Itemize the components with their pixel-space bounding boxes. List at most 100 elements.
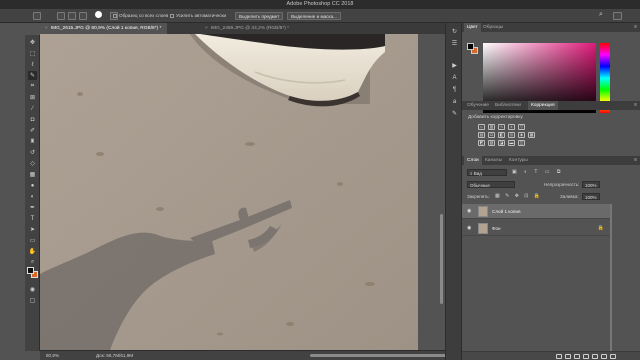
opacity-label: Непрозрачность: <box>544 182 580 187</box>
hand-tool-icon[interactable]: ✋ <box>28 247 37 256</box>
link-layers-icon[interactable] <box>556 354 562 359</box>
pen-tool-icon[interactable]: ✒ <box>28 203 37 212</box>
zoom-tool-icon[interactable]: ⌕ <box>28 258 37 267</box>
dodge-tool-icon[interactable]: ◐ <box>28 192 37 201</box>
horizontal-scrollbar-thumb[interactable] <box>310 354 450 357</box>
layer-filter-select[interactable]: ⌕ Вид <box>467 169 507 176</box>
new-selection-icon[interactable] <box>57 12 65 20</box>
fill-input[interactable]: 100% <box>582 193 600 200</box>
properties-icon[interactable]: ☰ <box>450 39 459 48</box>
workspace-icon[interactable] <box>613 12 622 20</box>
tab-img-2459[interactable]: × IMG_2459.JPG @ 34,2% (RGB/8*) * <box>200 23 295 34</box>
quick-selection-tool-icon[interactable]: ✎ <box>28 71 37 80</box>
rectangle-tool-icon[interactable]: ▭ <box>28 236 37 245</box>
brush-size-icon[interactable] <box>95 11 102 18</box>
photo-filter-icon[interactable]: ◎ <box>508 132 515 138</box>
type-tool-icon[interactable]: T <box>28 214 37 223</box>
invert-icon[interactable]: ◩ <box>478 140 485 146</box>
vertical-scrollbar[interactable] <box>418 34 445 350</box>
history-icon[interactable]: ↻ <box>450 27 459 36</box>
layer-row[interactable]: ◉ Фон 🔒 <box>462 221 610 236</box>
eye-icon[interactable]: ◉ <box>467 225 471 231</box>
crop-tool-icon[interactable]: ⌗ <box>28 82 37 91</box>
sample-all-layers-checkbox[interactable]: Образец со всех слоев <box>113 12 168 20</box>
tab-swatches[interactable]: Образцы <box>480 23 506 32</box>
brush-tool-icon[interactable]: ✐ <box>28 126 37 135</box>
selective-color-icon[interactable]: ◫ <box>518 140 525 146</box>
blend-mode-select[interactable]: Обычные <box>467 181 515 188</box>
path-selection-icon[interactable]: ➤ <box>28 225 37 234</box>
select-and-mask-button[interactable]: Выделение и маска... <box>287 12 341 20</box>
adjustment-layer-icon[interactable] <box>583 354 589 359</box>
tab-layers[interactable]: Слои <box>464 156 482 165</box>
clone-stamp-icon[interactable]: ♜ <box>28 137 37 146</box>
move-tool-icon[interactable]: ✥ <box>28 38 37 47</box>
panel-menu-icon[interactable]: ≡ <box>634 24 637 30</box>
tab-adjustments[interactable]: Коррекция <box>528 101 558 110</box>
filter-icons[interactable]: ▣ ◐ T ▭ ⧉ <box>512 169 563 175</box>
actions-icon[interactable]: ▶ <box>450 61 459 70</box>
curves-icon[interactable]: ∿ <box>498 124 505 130</box>
vibrance-icon[interactable]: ▽ <box>518 124 525 130</box>
screen-mode-icon[interactable]: ▢ <box>28 296 37 305</box>
paragraph-icon[interactable]: ¶ <box>450 85 459 94</box>
new-group-icon[interactable] <box>592 354 598 359</box>
hue-saturation-icon[interactable]: ▤ <box>478 132 485 138</box>
foreground-color-swatch[interactable] <box>27 267 34 274</box>
close-icon[interactable]: × <box>45 26 48 31</box>
panel-menu-icon[interactable]: ≡ <box>634 102 637 108</box>
eye-icon[interactable]: ◉ <box>467 208 471 214</box>
gradient-tool-icon[interactable]: ▦ <box>28 170 37 179</box>
brushes-icon[interactable]: ✎ <box>450 109 459 118</box>
document-canvas[interactable] <box>40 34 418 350</box>
tab-color[interactable]: Цвет <box>464 23 481 32</box>
layer-style-icon[interactable] <box>565 354 571 359</box>
lasso-tool-icon[interactable]: ℓ <box>28 60 37 69</box>
marquee-tool-icon[interactable]: ⬚ <box>28 49 37 58</box>
document-size[interactable]: Док: 66,7M/61,9M <box>96 353 133 358</box>
delete-layer-icon[interactable] <box>610 354 616 359</box>
frame-tool-icon[interactable]: ⊠ <box>28 93 37 102</box>
eyedropper-tool-icon[interactable]: ⁄ <box>28 104 37 113</box>
glyphs-icon[interactable]: a <box>450 97 459 106</box>
character-icon[interactable]: A <box>450 73 459 82</box>
add-mask-icon[interactable] <box>574 354 580 359</box>
eraser-tool-icon[interactable]: ◇ <box>28 159 37 168</box>
history-brush-icon[interactable]: ↺ <box>28 148 37 157</box>
subtract-selection-icon[interactable] <box>79 12 87 20</box>
app-title: Adobe Photoshop CC 2018 <box>286 1 354 7</box>
tab-libraries[interactable]: Библиотеки <box>492 101 524 110</box>
black-white-icon[interactable]: ◧ <box>498 132 505 138</box>
select-subject-button[interactable]: Выделить предмет <box>235 12 284 20</box>
layer-row[interactable]: ◉ Слой 1 копия <box>462 204 610 219</box>
search-icon[interactable]: ⌕ <box>599 11 603 19</box>
panel-menu-icon[interactable]: ≡ <box>634 157 637 163</box>
close-icon[interactable]: × <box>205 26 208 31</box>
zoom-level[interactable]: 80,9% <box>46 353 59 358</box>
new-layer-icon[interactable] <box>601 354 607 359</box>
color-balance-icon[interactable]: ⚖ <box>488 132 495 138</box>
levels-icon[interactable]: ▥ <box>488 124 495 130</box>
tab-img-2615[interactable]: × IMG_2615.JPG @ 80,9% (Слой 1 копия, RGB… <box>40 23 168 34</box>
auto-enhance-checkbox[interactable]: Усилить автоматически <box>170 12 226 20</box>
quick-mask-icon[interactable]: ◉ <box>28 285 37 294</box>
healing-brush-icon[interactable]: ◘ <box>28 115 37 124</box>
exposure-icon[interactable]: ± <box>508 124 515 130</box>
color-lookup-icon[interactable]: ▦ <box>528 132 535 138</box>
add-to-selection-icon[interactable] <box>68 12 76 20</box>
tab-paths[interactable]: Контуры <box>506 156 531 165</box>
color-foreground-swatch[interactable] <box>467 43 474 50</box>
posterize-icon[interactable]: ▧ <box>488 140 495 146</box>
channel-mixer-icon[interactable]: ◈ <box>518 132 525 138</box>
gradient-map-icon[interactable]: ▬ <box>508 140 515 146</box>
lock-icons[interactable]: ▦ ✎ ✥ ⊡ 🔒 <box>495 193 542 199</box>
layers-scrollbar[interactable] <box>610 204 612 354</box>
quick-selection-tool-icon[interactable] <box>33 12 41 20</box>
opacity-input[interactable]: 100% <box>582 181 600 188</box>
threshold-icon[interactable]: ◪ <box>498 140 505 146</box>
brightness-icon[interactable]: ☼ <box>478 124 485 130</box>
blur-tool-icon[interactable]: ● <box>28 181 37 190</box>
tab-channels[interactable]: Каналы <box>482 156 505 165</box>
tab-learn[interactable]: Обучение <box>464 101 492 110</box>
scrollbar-thumb[interactable] <box>440 214 443 304</box>
